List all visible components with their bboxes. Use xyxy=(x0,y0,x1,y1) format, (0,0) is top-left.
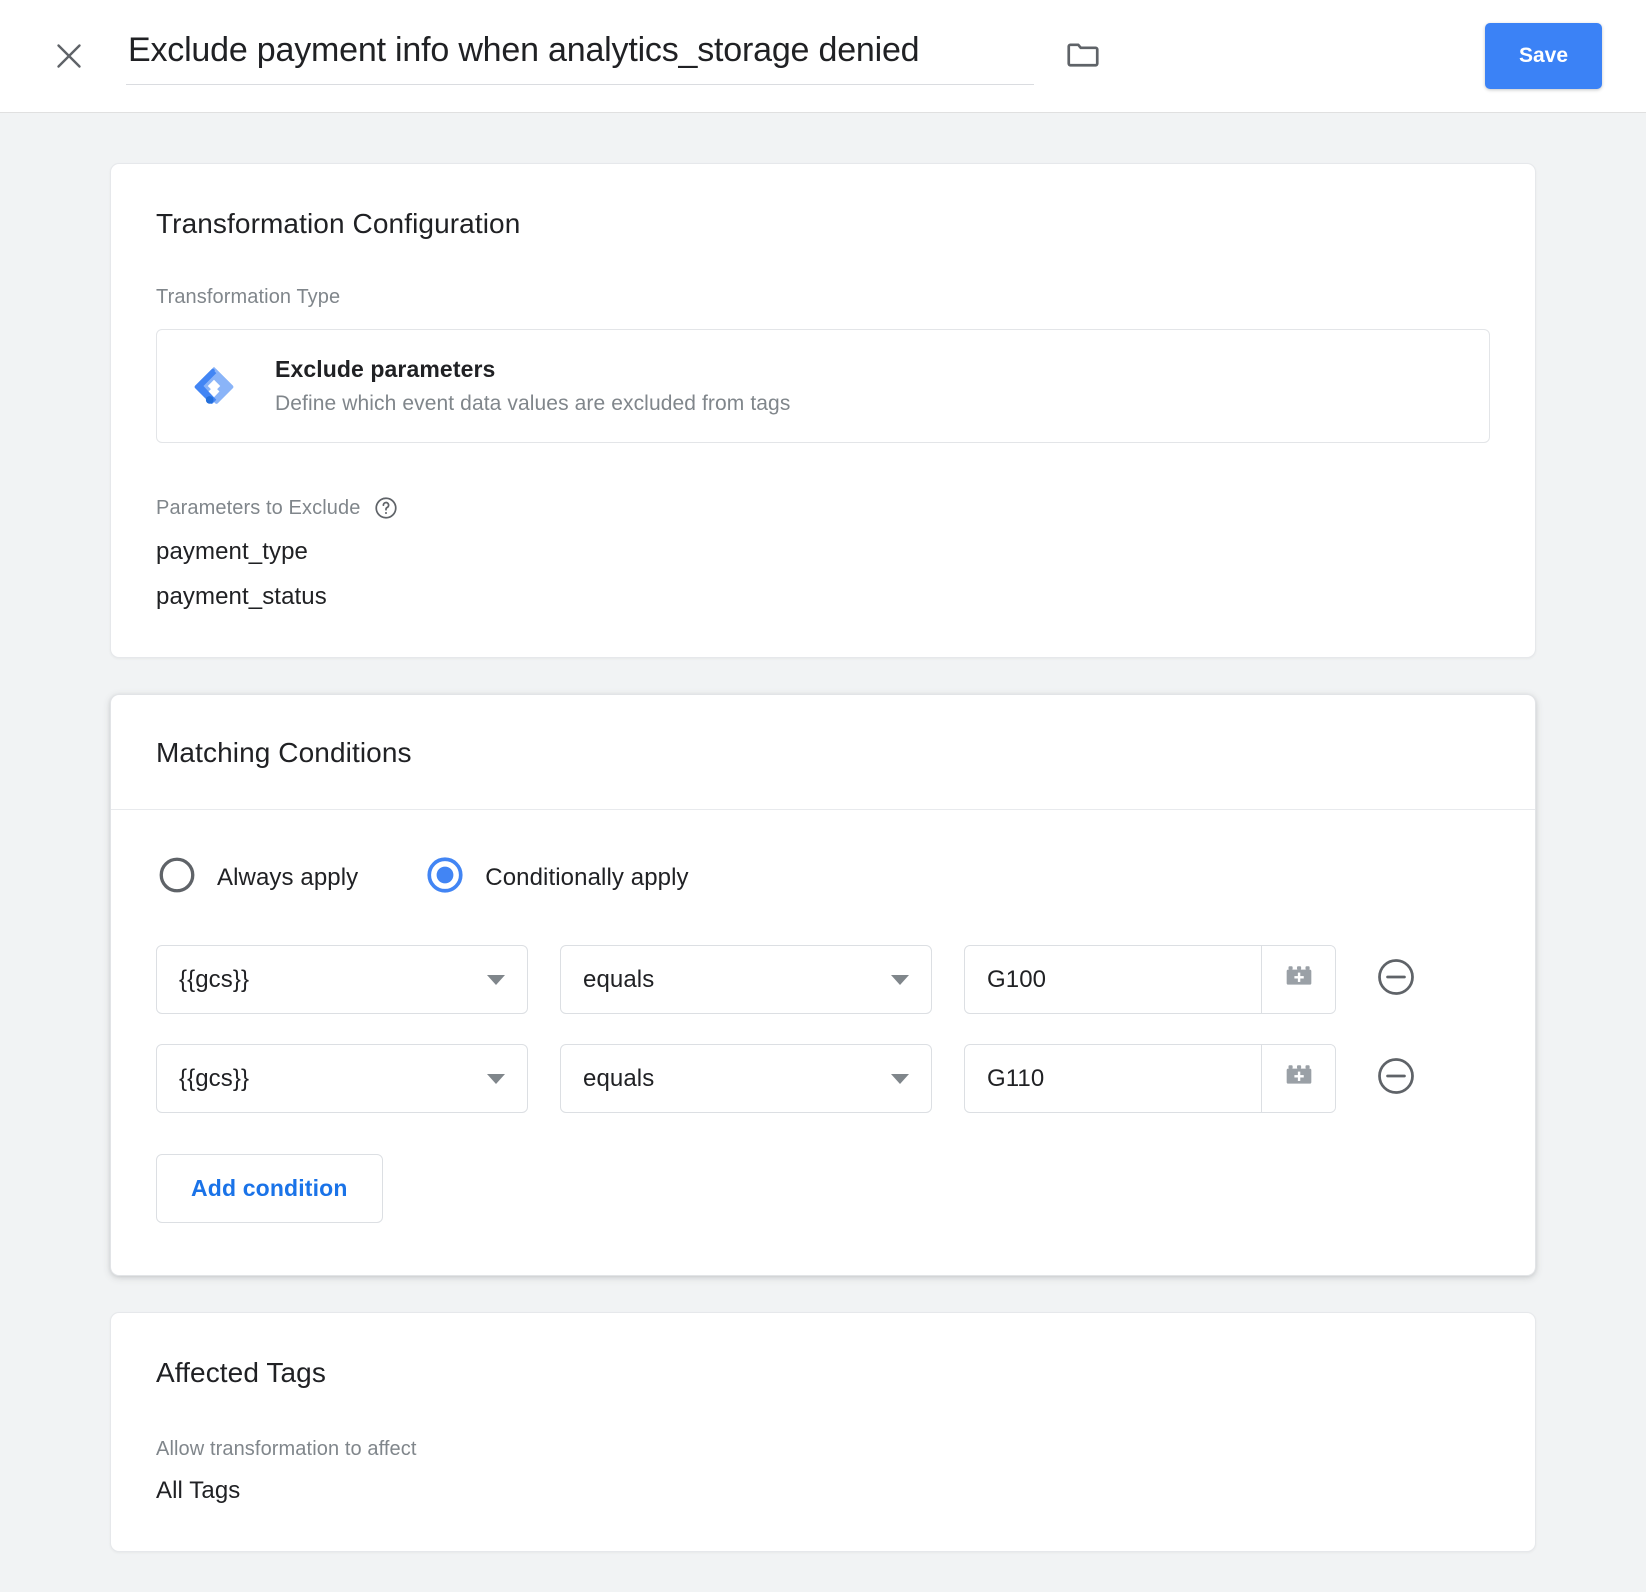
insert-variable-button[interactable] xyxy=(1261,946,1335,1013)
condition-value-input[interactable] xyxy=(965,946,1261,1013)
insert-variable-button[interactable] xyxy=(1261,1045,1335,1112)
close-icon xyxy=(51,38,87,74)
remove-condition-button[interactable] xyxy=(1372,956,1420,1004)
folder-icon xyxy=(1064,35,1102,78)
chevron-down-icon xyxy=(487,1073,505,1084)
app-header: Save xyxy=(0,0,1646,113)
condition-value-input[interactable] xyxy=(965,1045,1261,1112)
affected-tags-label: Allow transformation to affect xyxy=(156,1438,417,1460)
apply-mode-radio-group: Always apply Conditionally apply xyxy=(156,854,1490,901)
lego-brick-plus-icon xyxy=(1282,1059,1316,1098)
affected-tags-card: Affected Tags Allow transformation to af… xyxy=(110,1312,1536,1552)
condition-row: {{gcs}} equals xyxy=(156,1044,1490,1113)
transformation-type-label: Transformation Type xyxy=(156,286,341,308)
transformation-configuration-title: Transformation Configuration xyxy=(156,208,521,239)
transformation-type-name: Exclude parameters xyxy=(275,356,496,382)
excluded-parameter-item: payment_status xyxy=(156,583,327,610)
chevron-down-icon xyxy=(891,1073,909,1084)
move-to-folder-button[interactable] xyxy=(1060,33,1106,79)
condition-variable-select[interactable]: {{gcs}} xyxy=(156,945,528,1014)
page-content: Transformation Configuration Transformat… xyxy=(0,113,1646,1592)
matching-conditions-card: Matching Conditions Always apply Conditi… xyxy=(110,694,1536,1276)
transformation-type-selector[interactable]: Exclude parameters Define which event da… xyxy=(156,329,1490,443)
radio-always-apply-label: Always apply xyxy=(217,863,359,891)
condition-value-field xyxy=(964,945,1336,1014)
condition-value-field xyxy=(964,1044,1336,1113)
chevron-down-icon xyxy=(487,974,505,985)
close-button[interactable] xyxy=(44,31,94,81)
transformation-type-description: Define which event data values are exclu… xyxy=(275,392,791,415)
help-circle-icon[interactable] xyxy=(373,495,399,521)
radio-conditionally-apply[interactable]: Conditionally apply xyxy=(424,854,689,901)
remove-circle-icon xyxy=(1374,955,1418,1004)
condition-row: {{gcs}} equals xyxy=(156,945,1490,1014)
remove-condition-button[interactable] xyxy=(1372,1055,1420,1103)
condition-variable-value: {{gcs}} xyxy=(179,1064,250,1092)
condition-variable-select[interactable]: {{gcs}} xyxy=(156,1044,528,1113)
transformation-name-input[interactable] xyxy=(126,27,1034,85)
matching-conditions-title: Matching Conditions xyxy=(156,737,412,768)
condition-operator-select[interactable]: equals xyxy=(560,945,932,1014)
condition-operator-value: equals xyxy=(583,965,655,993)
affected-tags-title: Affected Tags xyxy=(156,1357,326,1388)
condition-operator-value: equals xyxy=(583,1064,655,1092)
condition-operator-select[interactable]: equals xyxy=(560,1044,932,1113)
remove-circle-icon xyxy=(1374,1054,1418,1103)
radio-unselected-icon xyxy=(156,854,198,901)
chevron-down-icon xyxy=(891,974,909,985)
radio-conditionally-apply-label: Conditionally apply xyxy=(485,863,689,891)
radio-always-apply[interactable]: Always apply xyxy=(156,854,358,901)
excluded-parameter-item: payment_type xyxy=(156,538,308,565)
title-area xyxy=(126,27,1461,85)
parameters-to-exclude-label-row: Parameters to Exclude xyxy=(156,495,1490,521)
save-button[interactable]: Save xyxy=(1484,23,1602,89)
radio-selected-icon xyxy=(424,854,466,901)
parameters-to-exclude-label: Parameters to Exclude xyxy=(156,496,361,519)
condition-variable-value: {{gcs}} xyxy=(179,965,250,993)
affected-tags-value: All Tags xyxy=(156,1477,241,1504)
lego-brick-plus-icon xyxy=(1282,960,1316,999)
transformation-configuration-card: Transformation Configuration Transformat… xyxy=(110,163,1536,658)
gtm-diamond-icon xyxy=(187,363,241,409)
add-condition-button[interactable]: Add condition xyxy=(156,1154,383,1223)
